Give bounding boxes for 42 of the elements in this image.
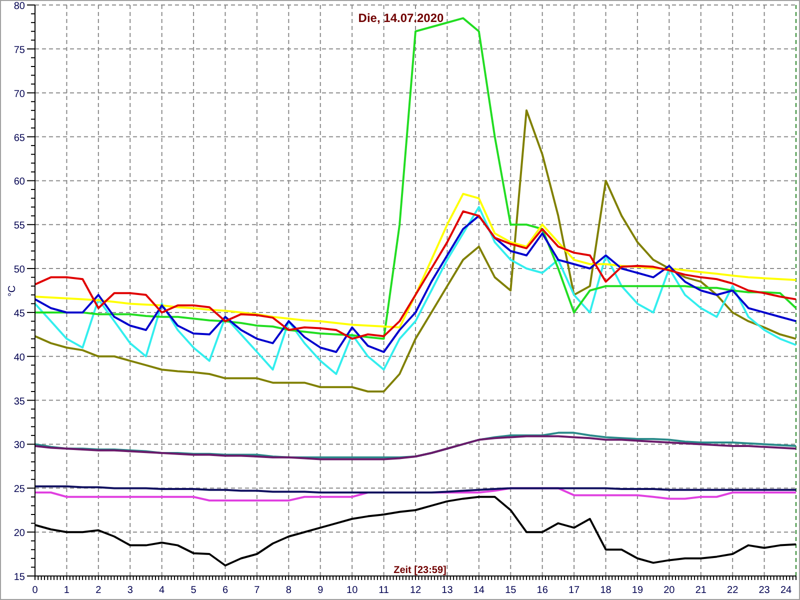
axis-label: 55 — [14, 220, 25, 232]
axis-label: 13 — [442, 585, 453, 596]
axis-label: 2 — [96, 585, 102, 596]
axis-label: 30 — [14, 440, 25, 452]
axis-label: 75 — [14, 44, 25, 56]
axis-label: 18 — [600, 585, 612, 596]
axis-label: 21 — [695, 585, 706, 596]
axis-label: 20 — [664, 585, 675, 596]
axis-label: 0 — [32, 585, 38, 596]
axis-label: 40 — [14, 352, 25, 364]
axis-label: 16 — [536, 585, 548, 596]
axis-label: 9 — [318, 585, 324, 596]
axis-label: 19 — [632, 585, 644, 596]
axis-label: 1 — [64, 585, 70, 596]
axis-label: 15 — [14, 572, 25, 583]
axis-label: 65 — [14, 132, 25, 144]
axis-label: 14 — [473, 585, 484, 596]
axis-label: 8 — [286, 585, 292, 596]
axis-label: 70 — [14, 88, 25, 100]
axis-label: 17 — [568, 585, 580, 596]
axis-label: 11 — [378, 585, 389, 596]
chart-title: Die, 14.07.2020 — [358, 11, 444, 25]
axis-label: 7 — [254, 585, 260, 596]
axis-label: 25 — [14, 484, 25, 496]
axis-label: 60 — [14, 176, 25, 188]
axis-label: 35 — [14, 396, 25, 408]
axis-label: 5 — [190, 585, 196, 596]
axis-label: 45 — [14, 308, 25, 320]
axis-label: 15 — [505, 585, 516, 596]
y-axis-title: °C — [7, 285, 18, 297]
axis-label: 10 — [346, 585, 358, 596]
axis-label: 3 — [127, 585, 133, 596]
axis-label: 24 — [780, 585, 792, 596]
axis-label: 6 — [222, 585, 228, 596]
axis-label: 50 — [14, 264, 25, 276]
x-axis-title: Zeit [23:59] — [394, 565, 446, 576]
axis-label: 22 — [727, 585, 738, 596]
axis-label: 23 — [758, 585, 770, 596]
axis-label: 12 — [410, 585, 422, 596]
axis-label: 80 — [14, 1, 25, 12]
axis-label: 20 — [14, 528, 25, 540]
axis-label: 4 — [159, 585, 165, 596]
